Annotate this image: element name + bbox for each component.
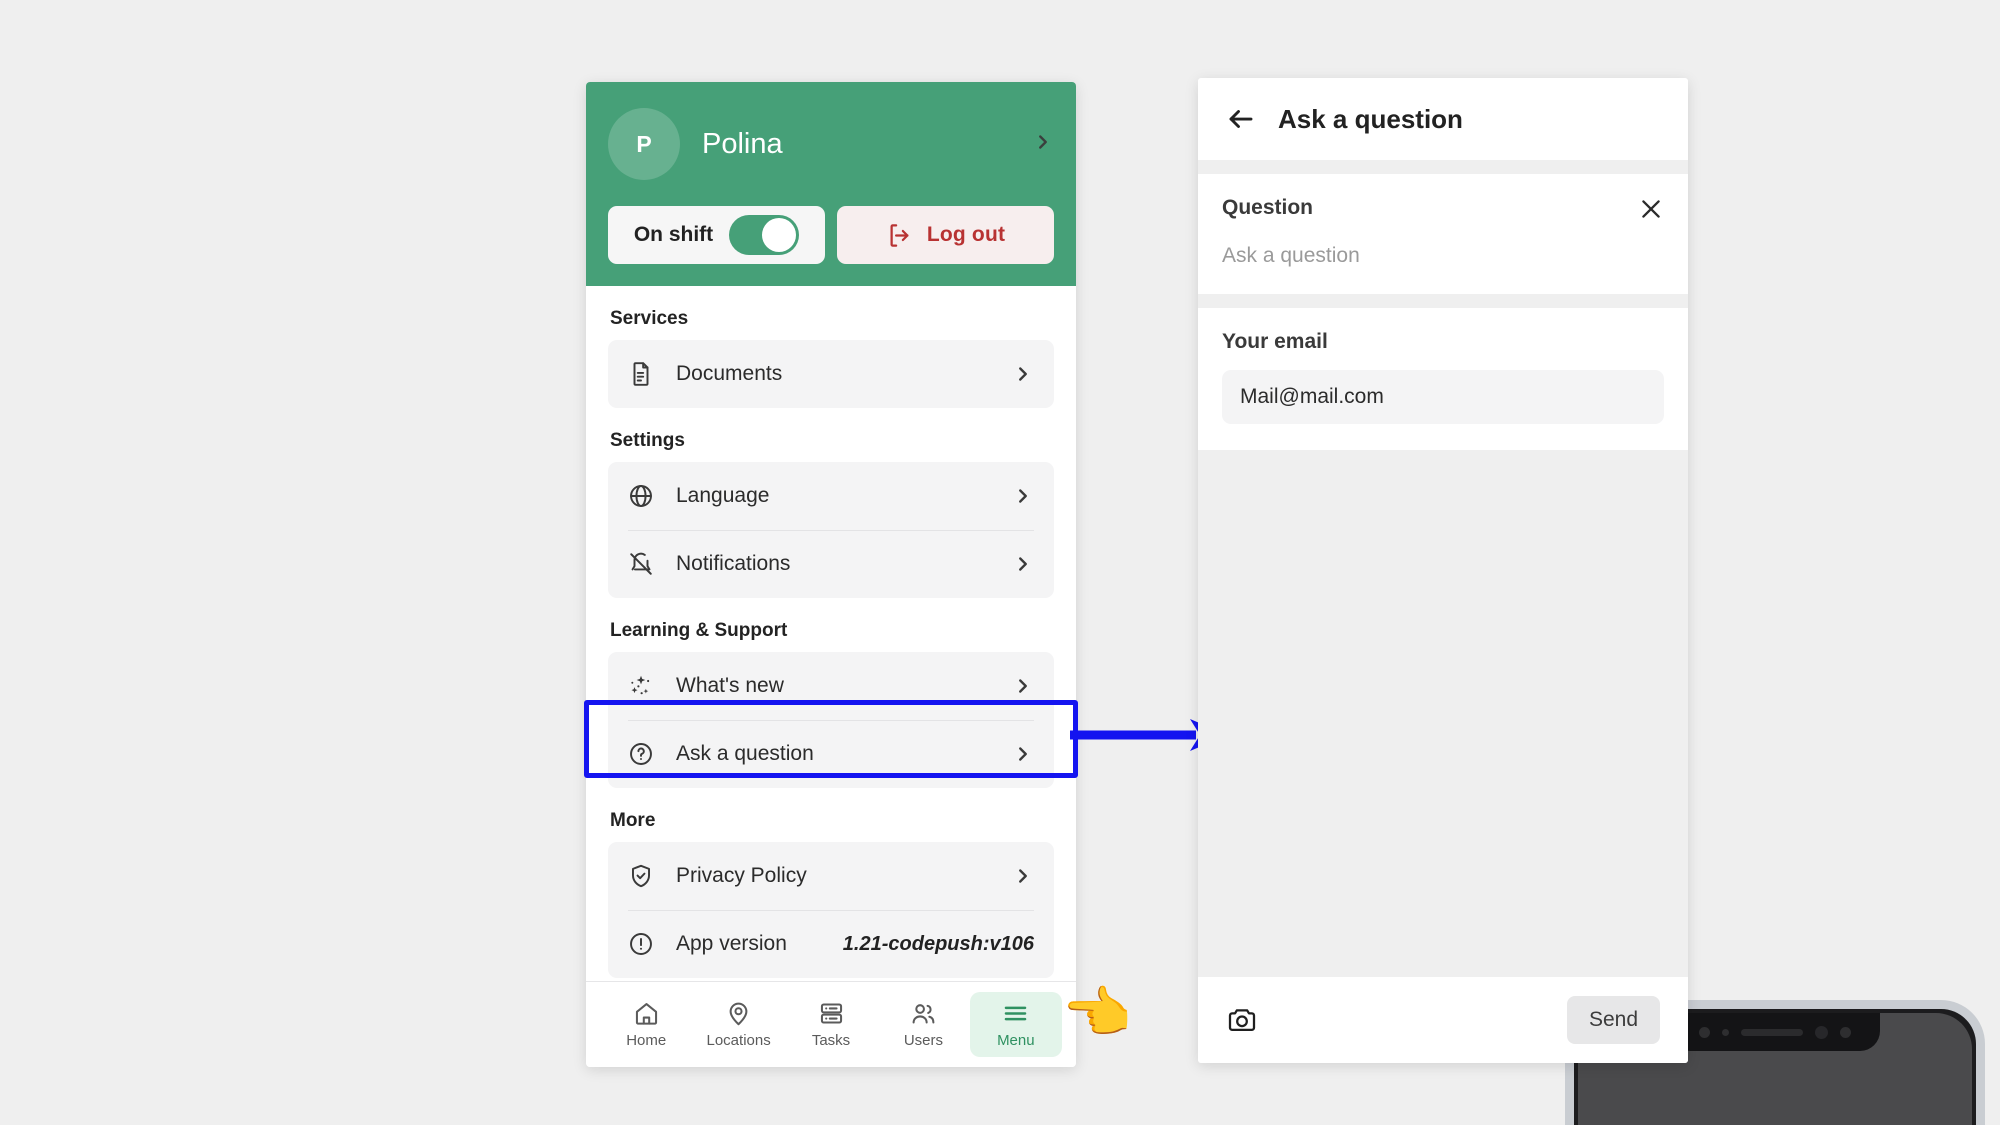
logout-icon [890, 223, 909, 247]
app-version-value: 1.21-codepush:v106 [842, 932, 1034, 955]
question-label: Question [1222, 196, 1314, 219]
profile-header: P Polina On shift Log out [586, 82, 1076, 286]
chevron-right-icon [1019, 747, 1027, 761]
menu-row-label: Ask a question [676, 742, 814, 765]
nav-item-tasks[interactable]: Tasks [785, 992, 877, 1057]
group-card-settings: Language Notifications [608, 462, 1054, 598]
ask-question-title: Ask a question [1278, 103, 1463, 134]
pointing-hand-emoji: 👈 [1062, 981, 1132, 1044]
logout-button[interactable]: Log out [837, 206, 1054, 264]
group-card-more: Privacy Policy App version 1.21-codepush… [608, 842, 1054, 978]
ask-question-header: Ask a question [1198, 78, 1688, 160]
ask-question-footer: Send [1198, 977, 1688, 1063]
shield-check-icon [632, 864, 650, 888]
question-section: Question Ask a question [1198, 174, 1688, 294]
phone-notch [1670, 1013, 1880, 1051]
nav-item-users[interactable]: Users [877, 992, 969, 1057]
chevron-right-icon [1019, 367, 1027, 381]
question-label-row: Question [1222, 196, 1664, 222]
logout-label: Log out [926, 223, 1006, 246]
home-icon [635, 1003, 657, 1025]
send-button[interactable]: Send [1566, 996, 1660, 1044]
chevron-right-icon [1019, 679, 1027, 693]
menu-row-label: Notifications [676, 552, 791, 575]
notch-sensor-small-icon [1722, 1028, 1729, 1036]
group-title-learning-support: Learning & Support [610, 620, 788, 641]
tasks-icon [820, 1003, 842, 1024]
menu-row-ask-a-question[interactable]: Ask a question [608, 720, 1054, 788]
nav-item-menu[interactable]: Menu [969, 992, 1063, 1057]
menu-row-label: Language [676, 484, 770, 507]
bell-off-icon [630, 552, 652, 575]
menu-screen-card: P Polina On shift Log out Services Docum… [586, 82, 1076, 1067]
nav-label: Locations [706, 1032, 771, 1049]
on-shift-toggle-row[interactable]: On shift [608, 206, 825, 264]
bottom-navigation-bar: Home Locations Tasks Users Menu [586, 981, 1076, 1067]
profile-row[interactable]: P Polina [608, 108, 1054, 180]
chevron-right-icon [1019, 557, 1027, 571]
group-title-more: More [610, 810, 656, 831]
menu-row-notifications[interactable]: Notifications [608, 530, 1054, 598]
notch-dot-icon [1840, 1026, 1851, 1038]
question-circle-icon [630, 743, 652, 765]
screenshot-canvas: P Polina On shift Log out Services Docum… [0, 0, 2000, 1125]
camera-icon[interactable] [1226, 1004, 1258, 1036]
menu-row-label: Privacy Policy [676, 864, 807, 887]
menu-row-language[interactable]: Language [608, 462, 1054, 530]
group-title-settings: Settings [610, 430, 685, 451]
group-card-learning-support: What's new Ask a question [608, 652, 1054, 788]
menu-row-whats-new[interactable]: What's new [608, 652, 1054, 720]
arrow-left-icon[interactable] [1226, 104, 1256, 134]
email-section: Your email Mail@mail.com [1198, 308, 1688, 450]
map-pin-icon [729, 1002, 748, 1026]
menu-row-label: Documents [676, 362, 783, 385]
hamburger-icon [1005, 1006, 1027, 1021]
notch-sensor-icon [1699, 1026, 1710, 1038]
nav-label: Menu [997, 1032, 1035, 1049]
nav-label: Tasks [811, 1032, 851, 1049]
chevron-right-icon [1019, 489, 1027, 503]
menu-row-documents[interactable]: Documents [608, 340, 1054, 408]
chevron-right-icon [1019, 869, 1027, 883]
question-input[interactable]: Ask a question [1222, 244, 1664, 268]
nav-item-home[interactable]: Home [600, 992, 692, 1057]
email-input[interactable]: Mail@mail.com [1222, 370, 1664, 424]
email-label: Your email [1222, 330, 1328, 353]
menu-list: Services Documents Settings Language Not… [586, 286, 1076, 981]
menu-row-label: App version [676, 932, 787, 955]
ask-body-spacer [1198, 450, 1688, 977]
notch-speaker-icon [1741, 1028, 1803, 1036]
chevron-right-icon[interactable] [1032, 131, 1054, 158]
menu-row-label: What's new [676, 674, 784, 697]
on-shift-switch[interactable] [729, 215, 800, 255]
avatar: P [608, 108, 680, 180]
alert-circle-icon [630, 933, 652, 955]
ask-question-screen-card: Ask a question Question Ask a question Y… [1198, 78, 1688, 1063]
notch-camera-icon [1815, 1025, 1828, 1039]
nav-item-locations[interactable]: Locations [692, 992, 784, 1057]
on-shift-label: On shift [633, 223, 714, 246]
group-title-services: Services [610, 308, 689, 329]
profile-name: Polina [702, 127, 783, 160]
switch-knob [762, 218, 797, 252]
sparkles-icon [631, 675, 650, 695]
document-icon [633, 362, 649, 386]
globe-icon [630, 485, 652, 507]
close-icon[interactable] [1638, 196, 1664, 222]
menu-row-privacy-policy[interactable]: Privacy Policy [608, 842, 1054, 910]
users-icon [912, 1004, 935, 1024]
header-actions: On shift Log out [608, 206, 1054, 264]
nav-label: Users [903, 1032, 943, 1049]
nav-label: Home [626, 1032, 667, 1049]
group-card-services: Documents [608, 340, 1054, 408]
menu-row-app-version: App version 1.21-codepush:v106 [608, 910, 1054, 978]
